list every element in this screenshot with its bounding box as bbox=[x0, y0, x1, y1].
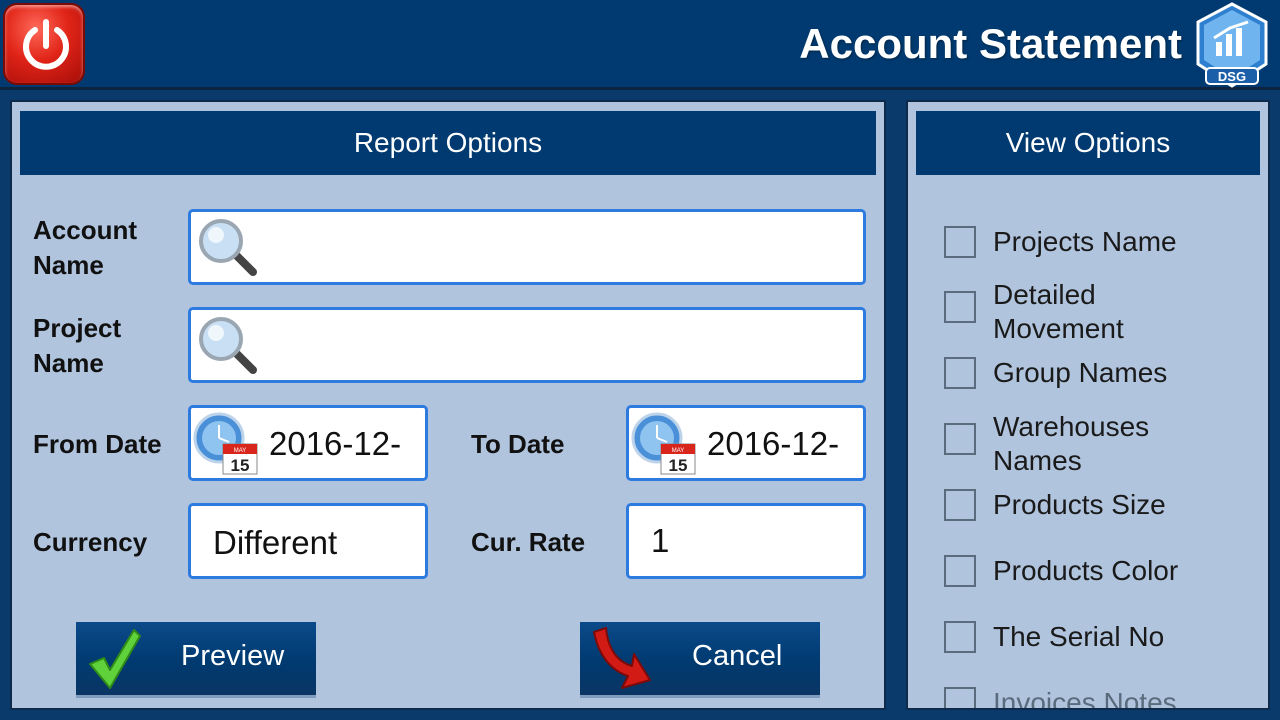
project-name-label: Project Name bbox=[33, 313, 122, 378]
dsg-logo: DSG bbox=[1196, 2, 1268, 88]
currency-select[interactable]: Different bbox=[188, 503, 428, 579]
svg-text:MAY: MAY bbox=[234, 448, 247, 454]
checkmark-icon bbox=[89, 629, 141, 689]
checkbox[interactable] bbox=[944, 423, 976, 455]
svg-text:DSG: DSG bbox=[1218, 69, 1246, 84]
currency-label: Currency bbox=[33, 527, 148, 557]
svg-text:MAY: MAY bbox=[672, 448, 685, 454]
report-options-panel: Report Options Account Name Project Name… bbox=[10, 100, 886, 710]
cur-rate-input[interactable]: 1 bbox=[626, 503, 866, 579]
view-options-header: View Options bbox=[916, 111, 1260, 175]
from-date-label: From Date bbox=[33, 429, 162, 459]
checkbox[interactable] bbox=[944, 357, 976, 389]
report-options-header: Report Options bbox=[20, 111, 876, 175]
cancel-button[interactable]: Cancel bbox=[580, 622, 820, 698]
search-icon bbox=[199, 219, 257, 276]
checkbox[interactable] bbox=[944, 489, 976, 521]
checkbox[interactable] bbox=[944, 291, 976, 323]
cur-rate-label: Cur. Rate bbox=[471, 527, 586, 557]
red-arrow-icon bbox=[593, 627, 651, 689]
checkbox[interactable] bbox=[944, 555, 976, 587]
to-date-label: To Date bbox=[471, 429, 565, 459]
calendar-clock-icon: MAY 15 bbox=[631, 412, 696, 475]
power-button[interactable] bbox=[3, 3, 85, 85]
svg-text:15: 15 bbox=[669, 456, 688, 475]
checkbox[interactable] bbox=[944, 621, 976, 653]
top-bar: Account Statement DSG bbox=[0, 0, 1280, 90]
power-icon bbox=[23, 19, 69, 70]
project-name-input[interactable] bbox=[188, 307, 866, 383]
preview-button[interactable]: Preview bbox=[76, 622, 316, 698]
page-title: Account Statement bbox=[799, 20, 1182, 67]
svg-text:15: 15 bbox=[231, 456, 250, 475]
account-name-input[interactable] bbox=[188, 209, 866, 285]
checkbox[interactable] bbox=[944, 226, 976, 258]
calendar-clock-icon: MAY 15 bbox=[193, 412, 258, 475]
search-icon bbox=[199, 317, 257, 374]
from-date-input[interactable]: MAY 15 2016-12- bbox=[188, 405, 428, 481]
view-options-panel: View Options Projects Name Detailed Move… bbox=[906, 100, 1270, 710]
to-date-input[interactable]: MAY 15 2016-12- bbox=[626, 405, 866, 481]
account-name-label: Account Name bbox=[33, 215, 137, 280]
checkbox[interactable] bbox=[944, 687, 976, 708]
